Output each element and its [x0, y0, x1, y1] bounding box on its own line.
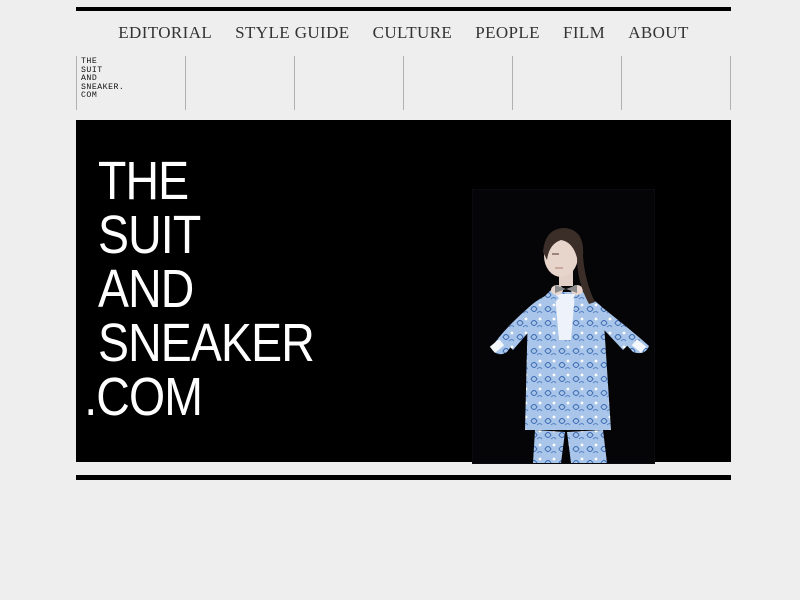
nav-item-about[interactable]: ABOUT — [628, 22, 689, 44]
hero-logo: THE SUIT AND SNEAKER .COM — [84, 151, 315, 424]
main-nav: EDITORIAL STYLE GUIDE CULTURE PEOPLE FIL… — [76, 22, 731, 44]
thumbnail-slot[interactable] — [621, 56, 731, 110]
site-logo[interactable]: THE SUIT AND SNEAKER. COM — [77, 56, 185, 101]
model-figure-illustration — [489, 228, 649, 463]
site-logo-cell[interactable]: THE SUIT AND SNEAKER. COM — [76, 56, 185, 110]
site-logo-line: COM — [81, 91, 98, 100]
hero-logo-line: AND — [98, 259, 194, 319]
hero-logo-line: THE — [98, 151, 189, 211]
nav-item-film[interactable]: FILM — [563, 22, 605, 44]
hero-logo-line: SUIT — [98, 205, 201, 265]
hero-banner[interactable]: THE SUIT AND SNEAKER .COM — [76, 120, 731, 464]
bottom-rule — [76, 475, 731, 480]
hero-logo-line: .COM — [84, 367, 203, 427]
hero-photo-model-in-patterned-suit — [472, 189, 655, 464]
nav-item-culture[interactable]: CULTURE — [373, 22, 453, 44]
top-rule — [76, 7, 731, 11]
nav-item-editorial[interactable]: EDITORIAL — [118, 22, 212, 44]
thumbnail-slot[interactable] — [294, 56, 403, 110]
nav-item-style-guide[interactable]: STYLE GUIDE — [235, 22, 349, 44]
hero-logo-line: SNEAKER — [98, 313, 315, 373]
nav-item-people[interactable]: PEOPLE — [475, 22, 540, 44]
thumbnail-strip: THE SUIT AND SNEAKER. COM — [76, 56, 731, 110]
thumbnail-slot[interactable] — [403, 56, 512, 110]
thumbnail-slot[interactable] — [185, 56, 294, 110]
thumbnail-slot[interactable] — [512, 56, 621, 110]
